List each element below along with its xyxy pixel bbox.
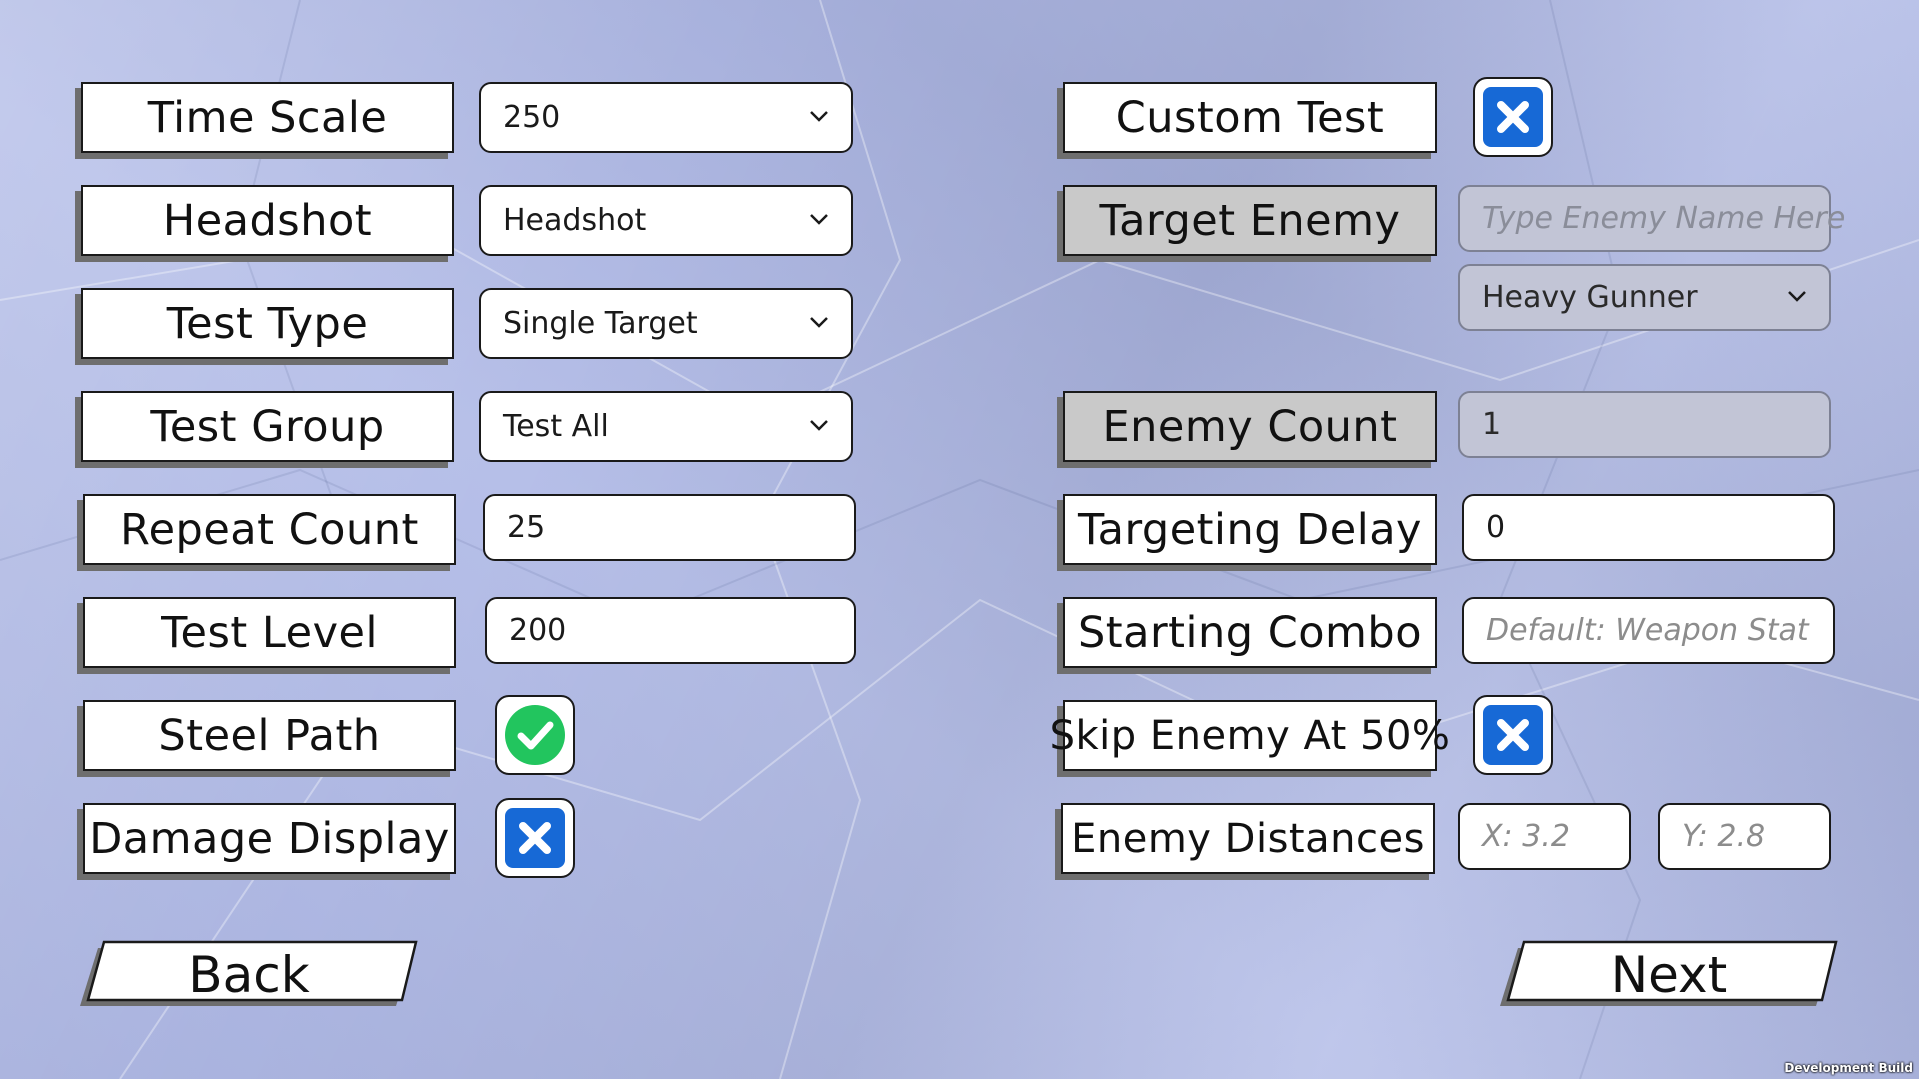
test-type-label: Test Type	[81, 288, 454, 359]
target-enemy-dropdown-value: Heavy Gunner	[1482, 280, 1698, 315]
enemy-count-value: 1	[1482, 407, 1502, 442]
checkmark-circle-icon	[505, 705, 565, 765]
x-square-icon	[505, 808, 565, 868]
enemy-distances-label: Enemy Distances	[1061, 803, 1435, 874]
headshot-dropdown[interactable]: Headshot	[479, 185, 853, 256]
chevron-down-icon	[810, 110, 828, 122]
target-enemy-input[interactable]: Type Enemy Name Here	[1458, 185, 1845, 252]
chevron-down-icon	[810, 316, 828, 328]
chevron-down-icon	[810, 419, 828, 431]
enemy-distance-x-input[interactable]: X: 3.2	[1458, 803, 1631, 870]
development-build-watermark: Development Build	[1784, 1061, 1913, 1075]
targeting-delay-value: 0	[1486, 510, 1506, 545]
starting-combo-label: Starting Combo	[1063, 597, 1437, 668]
next-button-label: Next	[1610, 946, 1728, 1004]
test-level-input[interactable]: 200	[485, 597, 856, 664]
back-button[interactable]: Back	[78, 938, 420, 1008]
steel-path-checkbox[interactable]	[495, 695, 575, 775]
custom-test-label: Custom Test	[1063, 82, 1437, 153]
test-group-value: Test All	[503, 409, 609, 444]
targeting-delay-input[interactable]: 0	[1462, 494, 1835, 561]
time-scale-value: 250	[503, 100, 561, 135]
enemy-distance-x-placeholder: X: 3.2	[1482, 819, 1570, 854]
damage-display-label: Damage Display	[83, 803, 456, 874]
test-level-value: 200	[509, 613, 567, 648]
steel-path-label: Steel Path	[83, 700, 456, 771]
targeting-delay-label: Targeting Delay	[1063, 494, 1437, 565]
skip-enemy-checkbox[interactable]	[1473, 695, 1553, 775]
enemy-distance-y-placeholder: Y: 2.8	[1682, 819, 1766, 854]
time-scale-dropdown[interactable]: 250	[479, 82, 853, 153]
enemy-distance-y-input[interactable]: Y: 2.8	[1658, 803, 1831, 870]
chevron-down-icon	[1788, 290, 1806, 302]
time-scale-label: Time Scale	[81, 82, 454, 153]
x-square-icon	[1483, 87, 1543, 147]
x-square-icon	[1483, 705, 1543, 765]
enemy-count-input[interactable]: 1	[1458, 391, 1831, 458]
back-button-label: Back	[188, 946, 310, 1004]
headshot-label: Headshot	[81, 185, 454, 256]
test-group-dropdown[interactable]: Test All	[479, 391, 853, 462]
starting-combo-placeholder: Default: Weapon Stat	[1486, 613, 1809, 648]
repeat-count-value: 25	[507, 510, 546, 545]
target-enemy-placeholder: Type Enemy Name Here	[1482, 201, 1846, 236]
test-type-value: Single Target	[503, 306, 698, 341]
chevron-down-icon	[810, 213, 828, 225]
test-group-label: Test Group	[81, 391, 454, 462]
skip-enemy-label: Skip Enemy At 50%	[1050, 700, 1450, 771]
custom-test-checkbox[interactable]	[1473, 77, 1553, 157]
repeat-count-input[interactable]: 25	[483, 494, 856, 561]
target-enemy-dropdown[interactable]: Heavy Gunner	[1458, 264, 1831, 331]
test-level-label: Test Level	[83, 597, 456, 668]
target-enemy-label: Target Enemy	[1063, 185, 1437, 256]
enemy-count-label: Enemy Count	[1063, 391, 1437, 462]
repeat-count-label: Repeat Count	[83, 494, 456, 565]
headshot-value: Headshot	[503, 203, 647, 238]
starting-combo-input[interactable]: Default: Weapon Stat	[1462, 597, 1835, 664]
next-button[interactable]: Next	[1498, 938, 1840, 1008]
damage-display-checkbox[interactable]	[495, 798, 575, 878]
test-type-dropdown[interactable]: Single Target	[479, 288, 853, 359]
